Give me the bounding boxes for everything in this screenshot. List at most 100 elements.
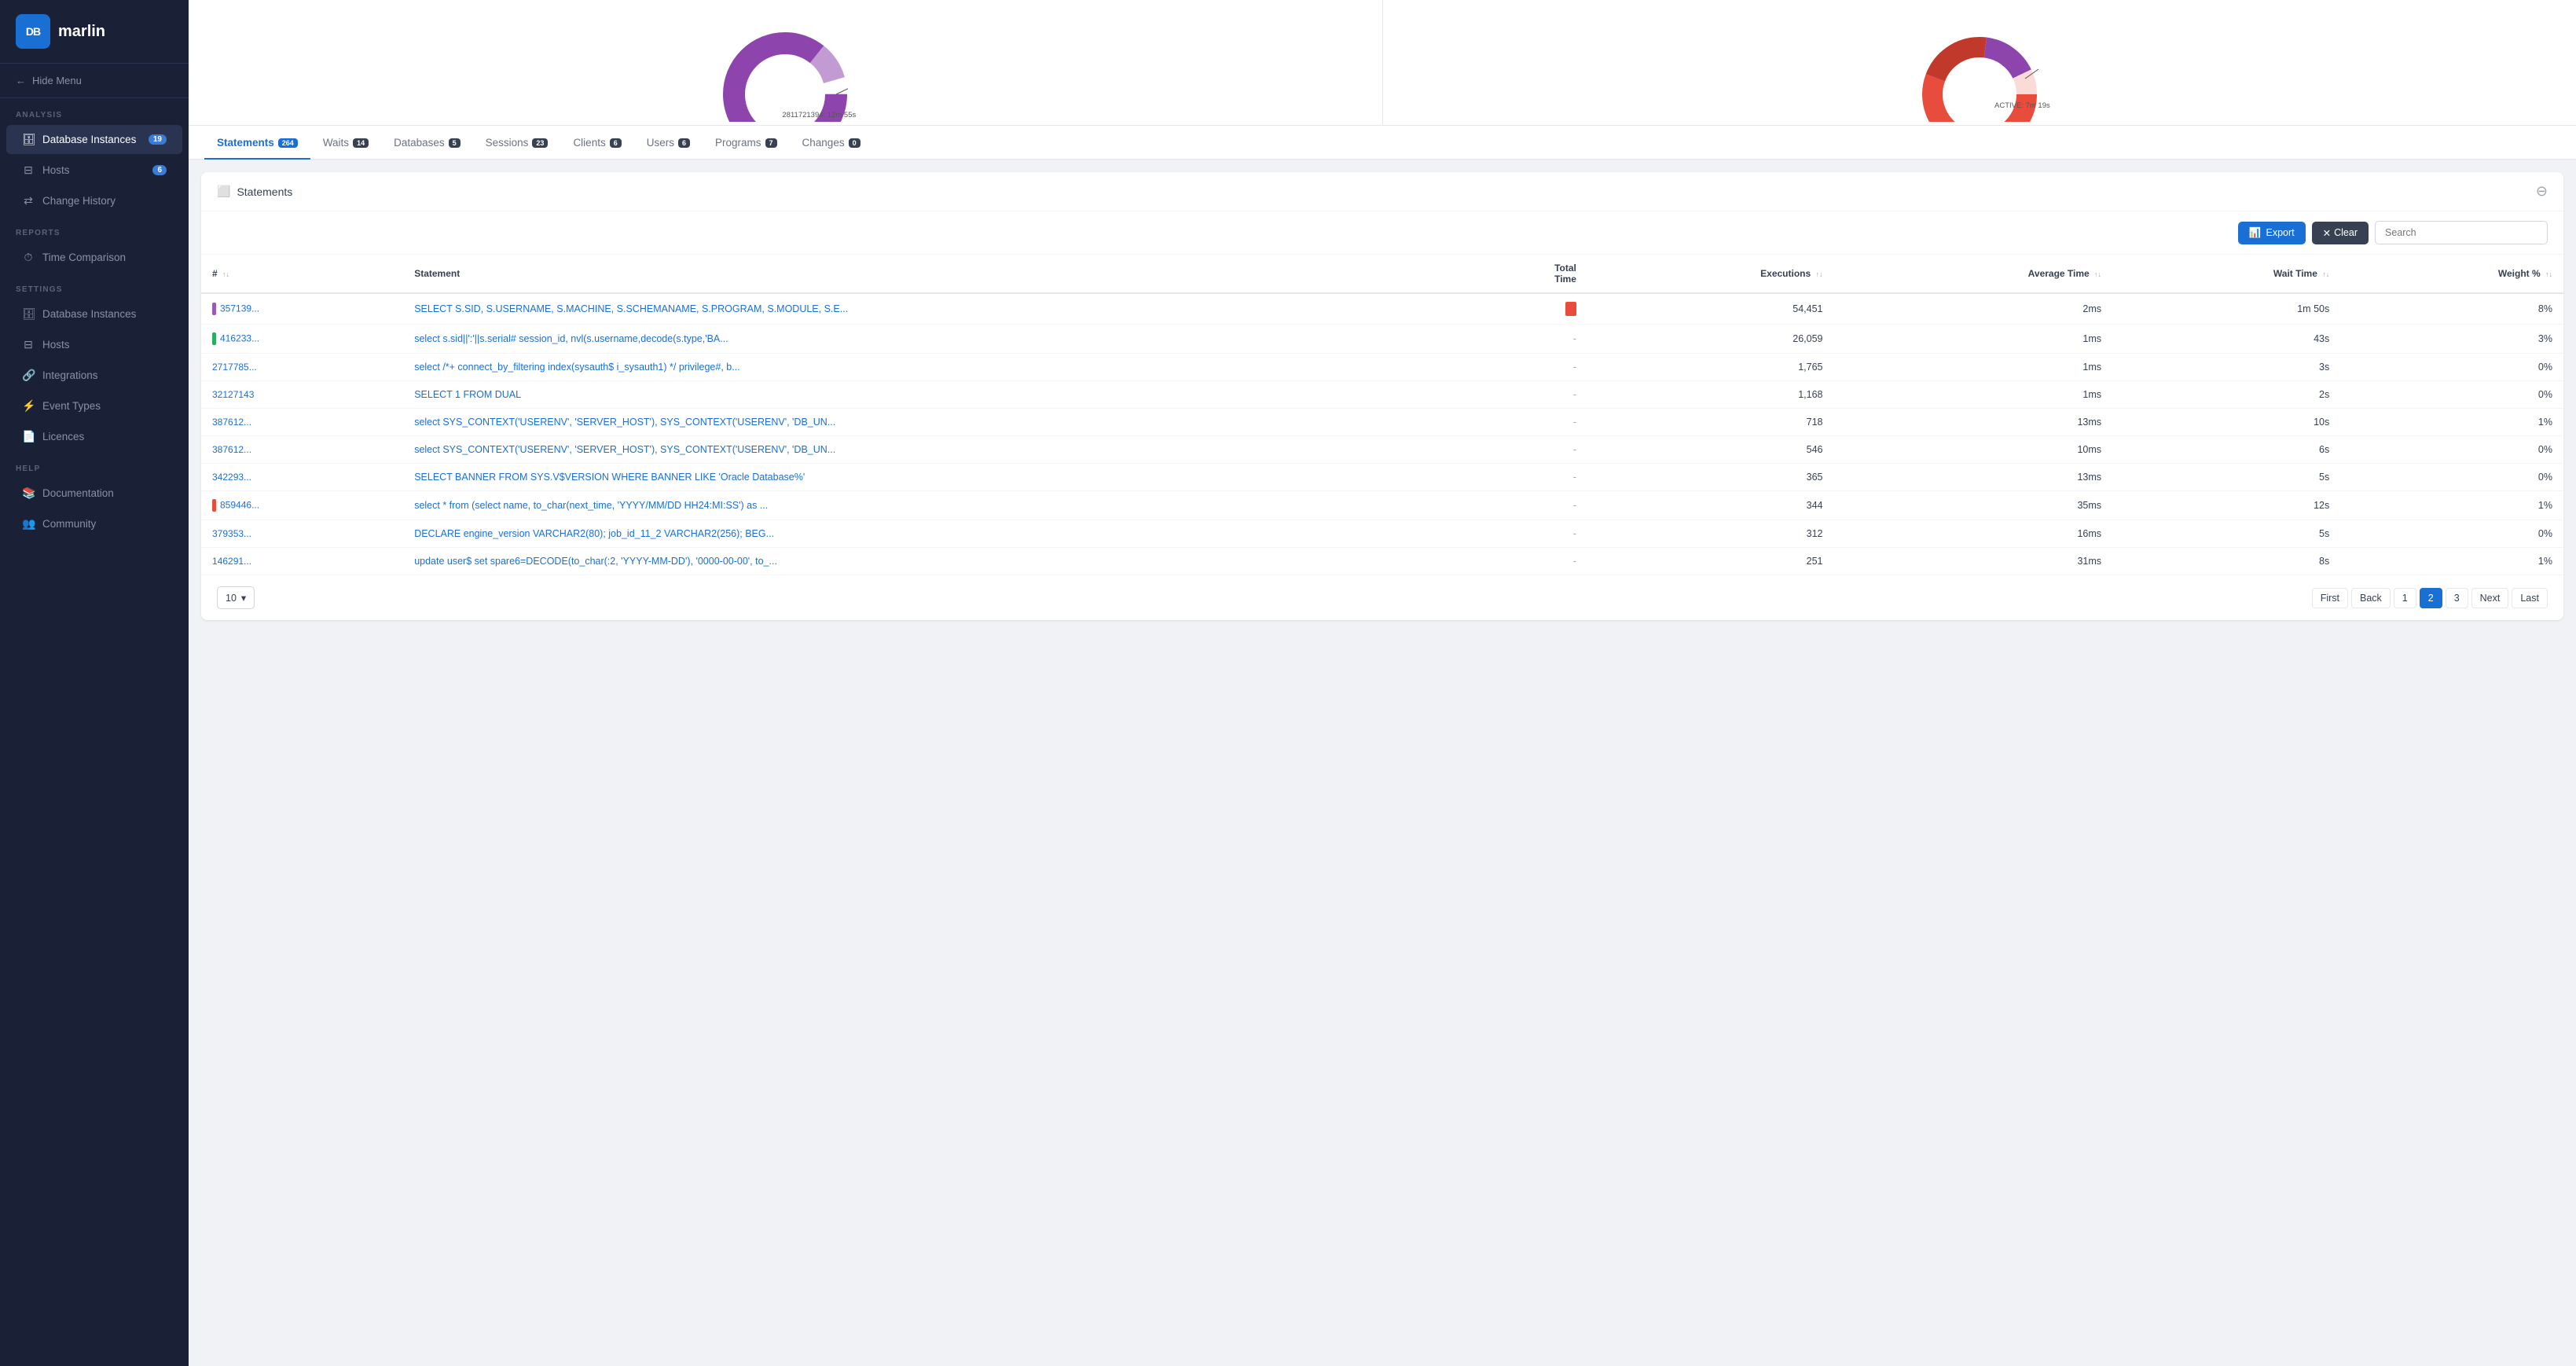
sidebar-item-community[interactable]: 👥 Community <box>6 509 182 538</box>
hide-menu-button[interactable]: ← Hide Menu <box>0 64 189 98</box>
sidebar-item-hosts[interactable]: ⊟ Hosts 6 <box>6 156 182 185</box>
per-page-select[interactable]: 10 ▾ <box>217 586 255 609</box>
sidebar-item-settings-db[interactable]: 🗄 Database Instances <box>6 299 182 329</box>
row-executions: 1,765 <box>1587 354 1834 381</box>
database-icon: 🗄 <box>22 133 35 146</box>
row-id[interactable]: 32127143 <box>201 381 403 409</box>
sidebar-item-integrations[interactable]: 🔗 Integrations <box>6 361 182 390</box>
logo: DB marlin <box>0 0 189 64</box>
row-statement[interactable]: select s.sid||':'||s.serial# session_id,… <box>403 325 1459 354</box>
sidebar-item-label: Time Comparison <box>42 252 126 263</box>
page-3-button[interactable]: 3 <box>2446 588 2468 608</box>
row-id[interactable]: 387612... <box>201 436 403 464</box>
row-id[interactable]: 342293... <box>201 464 403 491</box>
tab-statements[interactable]: Statements 264 <box>204 126 310 160</box>
row-weight: 1% <box>2340 491 2563 520</box>
tab-programs[interactable]: Programs 7 <box>703 126 790 160</box>
table-row: 387612...select SYS_CONTEXT('USERENV', '… <box>201 436 2563 464</box>
row-id[interactable]: 146291... <box>201 548 403 575</box>
help-section-label: HELP <box>0 452 189 478</box>
tab-clients[interactable]: Clients 6 <box>560 126 633 160</box>
tab-waits[interactable]: Waits 14 <box>310 126 381 160</box>
pagination-row: 10 ▾ First Back 1 2 3 Next Last <box>201 575 2563 620</box>
sidebar: DB marlin ← Hide Menu ANALYSIS 🗄 Databas… <box>0 0 189 1366</box>
tab-databases[interactable]: Databases 5 <box>381 126 473 160</box>
sidebar-item-change-history[interactable]: ⇄ Change History <box>6 186 182 215</box>
row-id[interactable]: 2717785... <box>201 354 403 381</box>
sidebar-item-documentation[interactable]: 📚 Documentation <box>6 479 182 508</box>
row-executions: 54,451 <box>1587 293 1834 325</box>
page-2-button[interactable]: 2 <box>2420 588 2442 608</box>
tab-badge-clients: 6 <box>610 138 622 148</box>
row-statement[interactable]: select SYS_CONTEXT('USERENV', 'SERVER_HO… <box>403 436 1459 464</box>
sidebar-item-licences[interactable]: 📄 Licences <box>6 422 182 451</box>
sidebar-item-event-types[interactable]: ⚡ Event Types <box>6 391 182 420</box>
row-id[interactable]: 416233... <box>201 325 403 354</box>
row-id[interactable]: 357139... <box>201 293 403 325</box>
sidebar-item-db-instances[interactable]: 🗄 Database Instances 19 <box>6 125 182 154</box>
sidebar-item-time-comparison[interactable]: ⏱ Time Comparison <box>6 243 182 272</box>
hosts-icon: ⊟ <box>22 338 35 351</box>
page-first-button[interactable]: First <box>2312 588 2348 608</box>
hosts-icon: ⊟ <box>22 163 35 177</box>
row-executions: 365 <box>1587 464 1834 491</box>
hosts-badge: 6 <box>152 165 167 175</box>
x-icon: ✕ <box>2323 227 2331 239</box>
table-title: ⬜ Statements <box>217 185 292 198</box>
col-executions: Executions ↑↓ <box>1587 255 1834 293</box>
row-avg-time: 35ms <box>1834 491 2113 520</box>
sidebar-item-settings-hosts[interactable]: ⊟ Hosts <box>6 330 182 359</box>
row-avg-time: 10ms <box>1834 436 2113 464</box>
row-total-time: - <box>1459 381 1587 409</box>
row-statement[interactable]: DECLARE engine_version VARCHAR2(80); job… <box>403 520 1459 548</box>
row-statement[interactable]: update user$ set spare6=DECODE(to_char(:… <box>403 548 1459 575</box>
table-row: 416233...select s.sid||':'||s.serial# se… <box>201 325 2563 354</box>
row-statement[interactable]: SELECT S.SID, S.USERNAME, S.MACHINE, S.S… <box>403 293 1459 325</box>
pagination-buttons: First Back 1 2 3 Next Last <box>2312 588 2548 608</box>
row-wait-time: 5s <box>2112 520 2340 548</box>
page-1-button[interactable]: 1 <box>2394 588 2416 608</box>
row-total-time: - <box>1459 548 1587 575</box>
database-icon: 🗄 <box>22 307 35 321</box>
row-statement[interactable]: SELECT 1 FROM DUAL <box>403 381 1459 409</box>
row-executions: 26,059 <box>1587 325 1834 354</box>
row-avg-time: 13ms <box>1834 464 2113 491</box>
settings-section-label: SETTINGS <box>0 273 189 299</box>
row-weight: 8% <box>2340 293 2563 325</box>
row-total-time <box>1459 293 1587 325</box>
tab-sessions[interactable]: Sessions 23 <box>473 126 561 160</box>
sidebar-item-label: Database Instances <box>42 134 136 145</box>
row-wait-time: 12s <box>2112 491 2340 520</box>
clear-button[interactable]: ✕ Clear <box>2312 222 2369 244</box>
row-total-time: - <box>1459 491 1587 520</box>
row-id[interactable]: 387612... <box>201 409 403 436</box>
left-chart: 2811721394: 12m 55s <box>189 0 1383 125</box>
left-donut-svg <box>722 0 848 122</box>
table-row: 342293...SELECT BANNER FROM SYS.V$VERSIO… <box>201 464 2563 491</box>
analysis-section-label: ANALYSIS <box>0 98 189 124</box>
col-hash: # ↑↓ <box>201 255 403 293</box>
row-id[interactable]: 379353... <box>201 520 403 548</box>
row-wait-time: 43s <box>2112 325 2340 354</box>
row-avg-time: 16ms <box>1834 520 2113 548</box>
table-card-collapse[interactable]: ⊖ <box>2536 183 2548 200</box>
db-instances-badge: 19 <box>149 134 167 145</box>
page-last-button[interactable]: Last <box>2512 588 2548 608</box>
tab-users[interactable]: Users 6 <box>634 126 703 160</box>
row-statement[interactable]: select * from (select name, to_char(next… <box>403 491 1459 520</box>
row-avg-time: 31ms <box>1834 548 2113 575</box>
table-card-header: ⬜ Statements ⊖ <box>201 172 2563 211</box>
row-statement[interactable]: select SYS_CONTEXT('USERENV', 'SERVER_HO… <box>403 409 1459 436</box>
table-row: 387612...select SYS_CONTEXT('USERENV', '… <box>201 409 2563 436</box>
export-button[interactable]: 📊 Export <box>2238 222 2306 244</box>
tab-badge-databases: 5 <box>449 138 461 148</box>
search-input[interactable] <box>2375 221 2548 244</box>
page-back-button[interactable]: Back <box>2351 588 2391 608</box>
tab-badge-programs: 7 <box>765 138 777 148</box>
page-next-button[interactable]: Next <box>2471 588 2509 608</box>
row-wait-time: 2s <box>2112 381 2340 409</box>
row-statement[interactable]: select /*+ connect_by_filtering index(sy… <box>403 354 1459 381</box>
row-id[interactable]: 859446... <box>201 491 403 520</box>
tab-changes[interactable]: Changes 0 <box>790 126 873 160</box>
row-statement[interactable]: SELECT BANNER FROM SYS.V$VERSION WHERE B… <box>403 464 1459 491</box>
